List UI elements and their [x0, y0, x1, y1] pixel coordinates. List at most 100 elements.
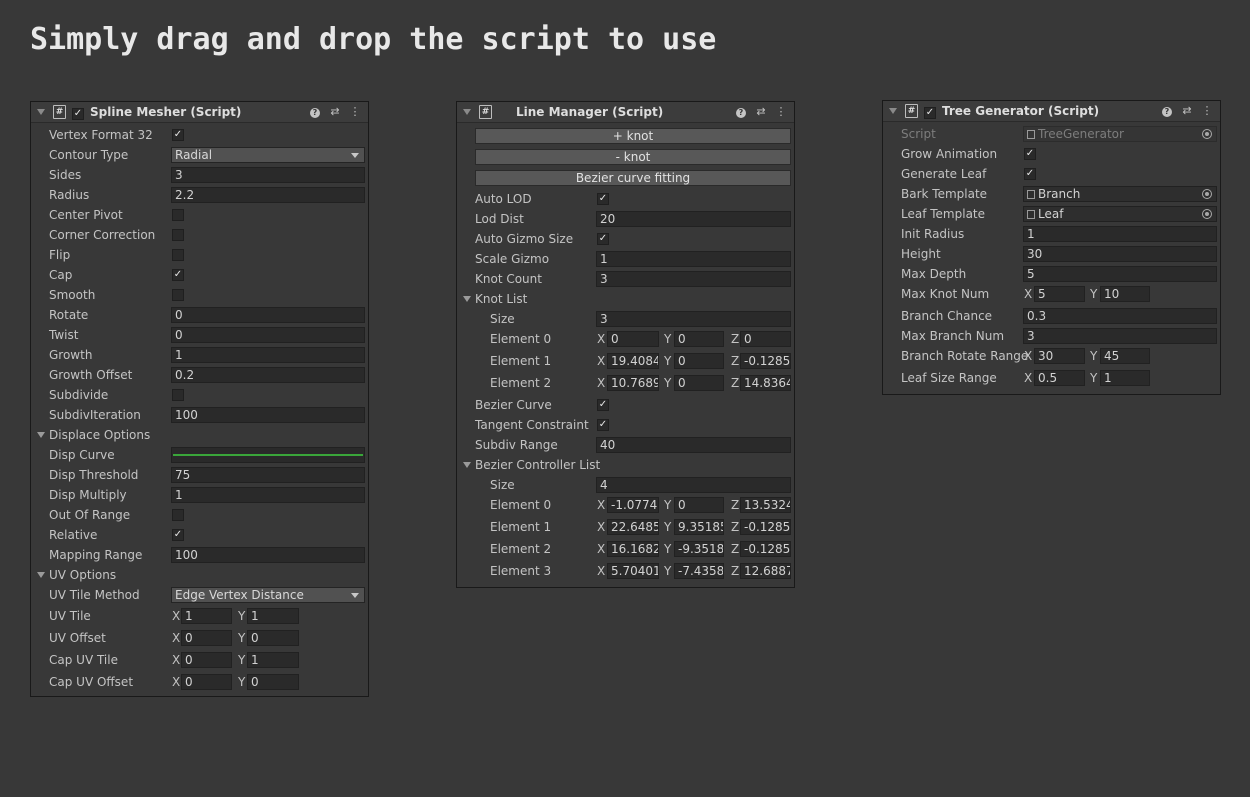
collapse-triangle-icon[interactable] [463, 109, 471, 115]
sides-field[interactable]: 3 [171, 167, 365, 183]
subdivide-checkbox[interactable] [172, 389, 184, 401]
bezier-curve-fitting-button[interactable]: Bezier curve fitting [475, 170, 791, 186]
contour-type-dropdown[interactable]: Radial [171, 147, 365, 163]
vertex-format-32-checkbox[interactable]: ✓ [172, 129, 184, 141]
init-radius-field[interactable]: 1 [1023, 226, 1217, 242]
controller-list-size-field[interactable]: 4 [596, 477, 791, 493]
uv-offset-x-field[interactable]: 0 [181, 630, 232, 646]
bezier-curve-checkbox[interactable]: ✓ [597, 399, 609, 411]
knot-2-x-field[interactable]: 10.7689 [607, 375, 659, 391]
controller-3-x-field[interactable]: 5.70401 [607, 563, 659, 579]
component-enabled-checkbox[interactable]: ✓ [924, 104, 936, 119]
controller-0-x-field[interactable]: -1.0774 [607, 497, 659, 513]
knot-1-z-field[interactable]: -0.1285 [740, 353, 791, 369]
growth-field[interactable]: 1 [171, 347, 365, 363]
leaf-template-field[interactable]: Leaf [1023, 206, 1217, 222]
remove-knot-button[interactable]: - knot [475, 149, 791, 165]
center-pivot-checkbox[interactable] [172, 209, 184, 221]
grow-animation-checkbox[interactable]: ✓ [1024, 148, 1036, 160]
object-picker-icon[interactable] [1202, 209, 1212, 219]
knot-count-field[interactable]: 3 [596, 271, 791, 287]
subdiv-range-field[interactable]: 40 [596, 437, 791, 453]
uv-offset-y-field[interactable]: 0 [247, 630, 299, 646]
max-branch-num-field[interactable]: 3 [1023, 328, 1217, 344]
help-icon[interactable]: ? [734, 104, 748, 119]
bark-template-field[interactable]: Branch [1023, 186, 1217, 202]
disp-threshold-field[interactable]: 75 [171, 467, 365, 483]
auto-lod-checkbox[interactable]: ✓ [597, 193, 609, 205]
knot-0-y-field[interactable]: 0 [674, 331, 724, 347]
controller-2-z-field[interactable]: -0.1285 [740, 541, 791, 557]
cap-uv-tile-y-field[interactable]: 1 [247, 652, 299, 668]
cap-uv-offset-y-field[interactable]: 0 [247, 674, 299, 690]
displace-options-foldout[interactable]: Displace Options [31, 426, 370, 444]
cap-uv-tile-x-field[interactable]: 0 [181, 652, 232, 668]
leaf-size-range-x-field[interactable]: 0.5 [1034, 370, 1085, 386]
auto-gizmo-size-checkbox[interactable]: ✓ [597, 233, 609, 245]
radius-field[interactable]: 2.2 [171, 187, 365, 203]
controller-1-y-field[interactable]: 9.35185 [674, 519, 724, 535]
component-enabled-checkbox[interactable]: ✓ [72, 105, 84, 120]
smooth-checkbox[interactable] [172, 289, 184, 301]
uv-options-foldout[interactable]: UV Options [31, 566, 370, 584]
mapping-range-field[interactable]: 100 [171, 547, 365, 563]
uv-tile-method-dropdown[interactable]: Edge Vertex Distance [171, 587, 365, 603]
presets-icon[interactable]: ⇄ [754, 104, 768, 119]
presets-icon[interactable]: ⇄ [1180, 103, 1194, 118]
kebab-menu-icon[interactable]: ⋮ [1200, 103, 1214, 118]
height-field[interactable]: 30 [1023, 246, 1217, 262]
knot-list-size-field[interactable]: 3 [596, 311, 791, 327]
corner-correction-checkbox[interactable] [172, 229, 184, 241]
controller-2-x-field[interactable]: 16.1682 [607, 541, 659, 557]
knot-1-x-field[interactable]: 19.4084 [607, 353, 659, 369]
knot-0-z-field[interactable]: 0 [740, 331, 791, 347]
uv-tile-y-field[interactable]: 1 [247, 608, 299, 624]
help-icon[interactable]: ? [308, 104, 322, 119]
presets-icon[interactable]: ⇄ [328, 104, 342, 119]
out-of-range-checkbox[interactable] [172, 509, 184, 521]
add-knot-button[interactable]: + knot [475, 128, 791, 144]
branch-chance-field[interactable]: 0.3 [1023, 308, 1217, 324]
help-icon[interactable]: ? [1160, 103, 1174, 118]
generate-leaf-checkbox[interactable]: ✓ [1024, 168, 1036, 180]
max-knot-num-y-field[interactable]: 10 [1100, 286, 1150, 302]
collapse-triangle-icon[interactable] [889, 108, 897, 114]
knot-0-x-field[interactable]: 0 [607, 331, 659, 347]
rotate-field[interactable]: 0 [171, 307, 365, 323]
knot-list-foldout[interactable]: Knot List [457, 290, 796, 308]
controller-0-y-field[interactable]: 0 [674, 497, 724, 513]
growth-offset-field[interactable]: 0.2 [171, 367, 365, 383]
spline-mesher-header[interactable]: # ✓ Spline Mesher (Script) ? ⇄ ⋮ [31, 102, 368, 123]
relative-checkbox[interactable]: ✓ [172, 529, 184, 541]
scale-gizmo-field[interactable]: 1 [596, 251, 791, 267]
tree-generator-header[interactable]: # ✓ Tree Generator (Script) ? ⇄ ⋮ [883, 101, 1220, 122]
uv-tile-x-field[interactable]: 1 [181, 608, 232, 624]
controller-2-y-field[interactable]: -9.3518 [674, 541, 724, 557]
branch-rotate-range-x-field[interactable]: 30 [1034, 348, 1085, 364]
leaf-size-range-y-field[interactable]: 1 [1100, 370, 1150, 386]
max-depth-field[interactable]: 5 [1023, 266, 1217, 282]
kebab-menu-icon[interactable]: ⋮ [348, 104, 362, 119]
cap-checkbox[interactable]: ✓ [172, 269, 184, 281]
knot-2-y-field[interactable]: 0 [674, 375, 724, 391]
controller-0-z-field[interactable]: 13.5324 [740, 497, 791, 513]
tangent-constraint-checkbox[interactable]: ✓ [597, 419, 609, 431]
lod-dist-field[interactable]: 20 [596, 211, 791, 227]
branch-rotate-range-y-field[interactable]: 45 [1100, 348, 1150, 364]
twist-field[interactable]: 0 [171, 327, 365, 343]
bezier-controller-list-foldout[interactable]: Bezier Controller List [457, 456, 796, 474]
disp-multiply-field[interactable]: 1 [171, 487, 365, 503]
controller-3-z-field[interactable]: 12.6887 [740, 563, 791, 579]
kebab-menu-icon[interactable]: ⋮ [774, 104, 788, 119]
collapse-triangle-icon[interactable] [37, 109, 45, 115]
controller-1-z-field[interactable]: -0.1285 [740, 519, 791, 535]
disp-curve-field[interactable] [171, 447, 365, 463]
controller-3-y-field[interactable]: -7.4358 [674, 563, 724, 579]
max-knot-num-x-field[interactable]: 5 [1034, 286, 1085, 302]
cap-uv-offset-x-field[interactable]: 0 [181, 674, 232, 690]
knot-2-z-field[interactable]: 14.8364 [740, 375, 791, 391]
subdiv-iteration-field[interactable]: 100 [171, 407, 365, 423]
controller-1-x-field[interactable]: 22.6485 [607, 519, 659, 535]
line-manager-header[interactable]: # Line Manager (Script) ? ⇄ ⋮ [457, 102, 794, 123]
knot-1-y-field[interactable]: 0 [674, 353, 724, 369]
